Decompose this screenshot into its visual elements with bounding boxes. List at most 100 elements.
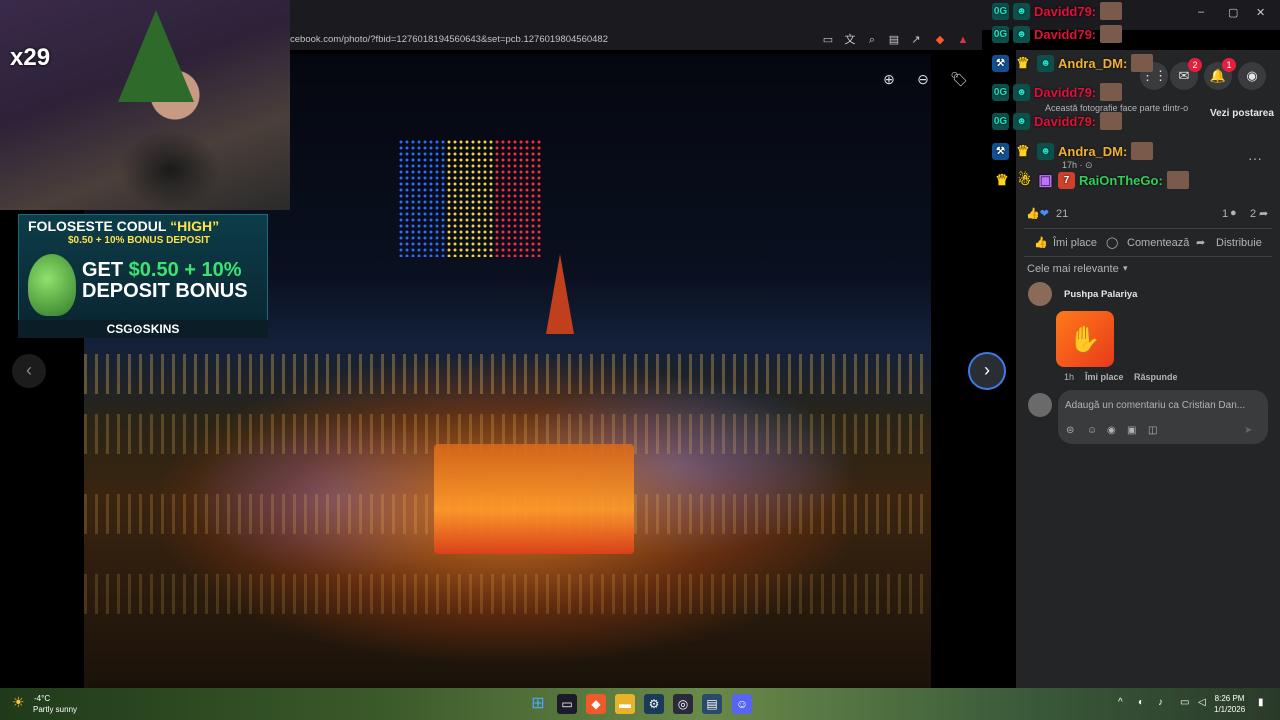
chat-message: ♛ ☃ ▣ 7 RaiOnTheGo: <box>992 169 1189 191</box>
camera-icon[interactable]: ◉ <box>1107 425 1116 436</box>
brave-shield-icon[interactable]: ◆ <box>932 32 948 48</box>
task-view-icon[interactable]: ▭ <box>557 694 577 714</box>
close-button[interactable]: ✕ <box>1256 6 1265 19</box>
taskbar <box>0 688 1280 720</box>
reactions-count[interactable]: 21 <box>1056 208 1068 220</box>
chat-username: Davidd79: <box>1034 113 1097 129</box>
weather-temp[interactable]: -4°C <box>34 694 50 703</box>
comment-count-icon: ● <box>1230 207 1237 219</box>
comment-sticker: ✋ <box>1056 311 1114 367</box>
notification-center-icon[interactable]: ▮ <box>1258 697 1264 708</box>
see-post-link[interactable]: Vezi postarea <box>1210 108 1274 119</box>
system-clock[interactable]: 8:26 PM 1/1/2026 <box>1214 693 1245 715</box>
chat-emote <box>1100 112 1123 130</box>
promo-code: “HIGH” <box>170 218 220 234</box>
screen-icon[interactable]: ▭ <box>820 32 836 48</box>
gif-icon[interactable]: ▣ <box>1127 425 1136 436</box>
url-text[interactable]: cebook.com/photo/?fbid=1276018194560643&… <box>290 34 608 45</box>
share-button[interactable]: Distribuie <box>1216 237 1262 249</box>
notepad-icon[interactable]: ▤ <box>702 694 722 714</box>
like-button[interactable]: Îmi place <box>1053 237 1097 249</box>
network-icon[interactable]: ◐ <box>1138 697 1144 708</box>
tray-chevron-icon[interactable]: ^ <box>1118 697 1123 708</box>
chat-emote <box>1100 83 1123 101</box>
comments-count[interactable]: 1 <box>1222 208 1228 220</box>
weather-icon[interactable]: ☀ <box>12 694 25 711</box>
moderator-badge-icon: 0G <box>992 83 1009 101</box>
comment-icon[interactable]: ◯ <box>1106 236 1118 249</box>
bot-badge-icon: ☻ <box>1037 142 1054 160</box>
share-count-icon: ➦ <box>1259 208 1269 220</box>
obs-icon[interactable]: ◎ <box>673 694 693 714</box>
chat-emote <box>1100 25 1123 43</box>
chat-emote <box>1131 142 1154 160</box>
chat-message: ⚒ ♛ ☻ Andra_DM: <box>992 52 1154 74</box>
next-photo-button[interactable]: › <box>968 352 1006 390</box>
comment-input[interactable]: Adaugă un comentariu ca Cristian Dan... <box>1065 400 1245 411</box>
chat-username: Davidd79: <box>1034 3 1097 19</box>
promo-headline: GET $0.50 + 10% DEPOSIT BONUS <box>82 260 267 302</box>
translate-icon[interactable]: 文 <box>842 32 858 48</box>
speaker-icon[interactable]: ◁ <box>1198 697 1206 708</box>
promo-amount: $0.50 + 10% <box>128 259 242 281</box>
combo-counter: x29 <box>10 44 51 71</box>
my-avatar <box>1028 393 1052 417</box>
chat-username: Davidd79: <box>1034 26 1097 42</box>
chat-username: Andra_DM: <box>1058 143 1128 159</box>
moderator-badge-icon: 0G <box>992 112 1009 130</box>
share-icon[interactable]: ↗ <box>908 32 924 48</box>
volume-icon[interactable]: ♪ <box>1158 697 1163 708</box>
zoom-icon[interactable]: ⌕ <box>864 32 880 48</box>
previous-photo-button[interactable]: ‹ <box>12 354 46 388</box>
zoom-in-button[interactable]: ⊕ <box>878 70 900 88</box>
tag-button[interactable]: 🏷 <box>948 70 970 88</box>
brave-browser-icon[interactable]: ◆ <box>586 694 606 714</box>
file-explorer-icon[interactable]: ▬ <box>615 694 635 714</box>
flag-drones-blue <box>398 139 446 257</box>
profile-avatar[interactable]: ◉ <box>1238 62 1266 90</box>
zoom-out-button[interactable]: ⊖ <box>912 70 934 88</box>
divider <box>1024 256 1272 257</box>
start-icon[interactable]: ⊞ <box>528 694 548 714</box>
send-icon[interactable]: ➤ <box>1244 425 1252 436</box>
moderator-badge-icon: 0G <box>992 2 1009 20</box>
chat-message: 0G ☻ Davidd79: <box>992 0 1123 22</box>
chat-message: ⚒ ♛ ☻ Andra_DM: <box>992 140 1154 162</box>
rewards-icon[interactable]: ▲ <box>955 32 971 48</box>
reactions-icon[interactable]: 👍❤ <box>1026 207 1049 220</box>
comment-author[interactable]: Pushpa Palariya <box>1064 289 1137 300</box>
emoji-icon[interactable]: ☺ <box>1087 425 1097 436</box>
sort-comments-dropdown[interactable]: Cele mai relevante <box>1027 263 1119 275</box>
sticker-icon[interactable]: ◫ <box>1148 425 1157 436</box>
promo-title: FOLOSESTE CODUL “HIGH” <box>28 218 219 234</box>
display-icon[interactable]: ▭ <box>1180 697 1189 708</box>
like-icon[interactable]: 👍 <box>1034 236 1048 249</box>
more-options-icon[interactable]: ··· <box>1248 150 1262 166</box>
chevron-down-icon[interactable]: ▾ <box>1123 263 1128 274</box>
comment-reply-button[interactable]: Răspunde <box>1134 372 1178 382</box>
discord-icon[interactable]: ☺ <box>732 694 752 714</box>
steam-icon[interactable]: ⚙ <box>644 694 664 714</box>
minimize-button[interactable]: – <box>1198 6 1204 18</box>
comment-button[interactable]: Comentează <box>1127 237 1189 249</box>
christmas-tree <box>118 10 194 102</box>
clock-date: 1/1/2026 <box>1214 705 1246 714</box>
chat-emote <box>1166 171 1189 189</box>
notifications-icon[interactable]: 🔔 1 <box>1204 58 1236 90</box>
crown-badge-icon: ♛ <box>1016 54 1030 72</box>
bot-badge-icon: ☻ <box>1013 25 1030 43</box>
comment-like-button[interactable]: Îmi place <box>1085 372 1124 382</box>
messenger-icon[interactable]: ✉ 2 <box>1170 58 1202 90</box>
bot-badge-icon: ☻ <box>1013 83 1030 101</box>
gift-badge-icon: ▣ <box>1038 171 1053 189</box>
reader-icon[interactable]: ▤ <box>886 32 902 48</box>
crown-badge-icon: ♛ <box>995 171 1009 189</box>
chat-emote <box>1100 2 1123 20</box>
weather-text[interactable]: Partly sunny <box>33 705 77 714</box>
share-icon[interactable]: ➦ <box>1196 236 1205 249</box>
commenter-avatar[interactable] <box>1028 282 1052 306</box>
maximize-button[interactable]: ▢ <box>1228 6 1238 19</box>
avatar-sticker-icon[interactable]: ⊜ <box>1066 425 1074 436</box>
chat-username: Davidd79: <box>1034 84 1097 100</box>
shares-count[interactable]: 2 <box>1250 208 1256 220</box>
